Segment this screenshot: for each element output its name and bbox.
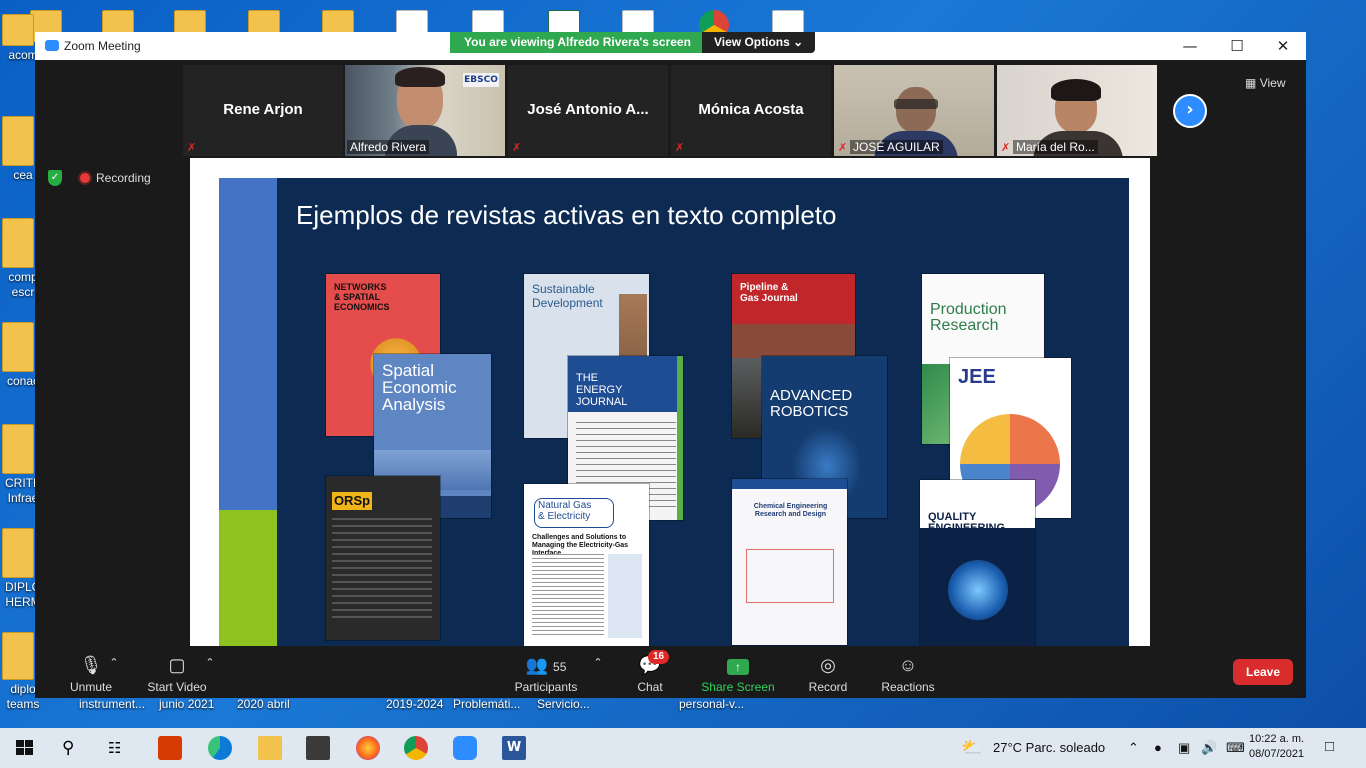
participant-name: María del Ro... xyxy=(1013,140,1098,154)
language-icon[interactable]: ⌨ xyxy=(1226,740,1245,756)
network-icon[interactable]: ● xyxy=(1154,740,1162,755)
participant-tile[interactable]: José Antonio A... ✗ xyxy=(508,65,668,156)
windows-start-icon[interactable] xyxy=(14,736,38,760)
audio-options-chevron[interactable]: ⌃ xyxy=(107,656,121,669)
journal-cover-quality-engineering: QUALITY ENGINEERING xyxy=(920,480,1035,646)
window-title: Zoom Meeting xyxy=(64,39,141,53)
volume-icon[interactable]: 🔊 xyxy=(1201,740,1217,756)
participant-tile[interactable]: Rene Arjon ✗ xyxy=(183,65,343,156)
tray-chevron-up-icon[interactable]: ⌃ xyxy=(1128,740,1139,756)
zoom-taskbar-icon[interactable] xyxy=(453,736,477,760)
chevron-up-icon: ⌃ xyxy=(205,657,215,669)
desktop-label[interactable]: instrument... xyxy=(79,697,145,711)
participants-button[interactable]: 👥 55 Participants xyxy=(511,654,581,694)
shared-screen: Ejemplos de revistas activas en texto co… xyxy=(190,158,1150,646)
chevron-down-icon: ⌄ xyxy=(793,35,804,49)
slide-accent-green xyxy=(219,510,277,646)
close-button[interactable]: ✕ xyxy=(1269,36,1297,56)
presentation-slide: Ejemplos de revistas activas en texto co… xyxy=(219,178,1129,646)
zoom-logo-icon xyxy=(45,40,59,51)
next-page-button[interactable]: › xyxy=(1173,94,1207,128)
journal-cover-orsp: ORSp xyxy=(326,476,440,640)
task-view-icon[interactable]: ☷ xyxy=(108,736,132,760)
slide-accent-blue xyxy=(219,178,277,510)
share-screen-icon: ↑ xyxy=(727,659,749,675)
clock[interactable]: 10:22 a. m. 08/07/2021 xyxy=(1249,732,1304,762)
journal-cover-natural-gas-electricity: Natural Gas & Electricity Challenges and… xyxy=(524,484,649,646)
recording-dot-icon xyxy=(80,173,90,183)
slide-title: Ejemplos de revistas activas en texto co… xyxy=(296,200,837,230)
recording-indicator[interactable]: Recording xyxy=(80,171,151,185)
grid-icon: ▦ xyxy=(1245,76,1257,90)
muted-mic-icon: ✗ xyxy=(838,141,848,154)
minimize-button[interactable]: — xyxy=(1176,36,1204,56)
chevron-up-icon: ⌃ xyxy=(593,657,603,669)
file-explorer-icon[interactable] xyxy=(258,736,282,760)
participant-name: JOSÉ AGUILAR xyxy=(850,140,943,154)
ebsco-logo: EBSCO xyxy=(463,73,499,87)
record-icon: ◎ xyxy=(820,655,836,675)
notifications-icon[interactable]: □ xyxy=(1325,738,1334,755)
maximize-button[interactable]: ☐ xyxy=(1223,36,1251,56)
muted-mic-icon: ✗ xyxy=(1001,141,1011,154)
participant-tile[interactable]: ✗ JOSÉ AGUILAR xyxy=(834,65,994,156)
reactions-smiley-icon: ☺ xyxy=(898,655,918,675)
journal-cover-chemical-engineering: Chemical Engineering Research and Design xyxy=(732,479,847,645)
word-icon[interactable]: W xyxy=(502,736,526,760)
edge-icon[interactable] xyxy=(208,736,232,760)
firefox-icon[interactable] xyxy=(356,736,380,760)
search-icon[interactable]: ⚲ xyxy=(62,736,86,760)
security-shield-icon[interactable]: ✓ xyxy=(48,170,62,186)
desktop-label[interactable]: personal-v... xyxy=(679,697,744,711)
participants-options-chevron[interactable]: ⌃ xyxy=(591,656,605,669)
chrome-icon[interactable] xyxy=(404,736,428,760)
participant-name: Mónica Acosta xyxy=(698,101,804,118)
chevron-right-icon: › xyxy=(1186,99,1194,120)
participant-name: José Antonio A... xyxy=(527,101,649,118)
muted-mic-icon: ✗ xyxy=(512,141,522,154)
participant-name: Alfredo Rivera xyxy=(347,140,430,154)
desktop-label[interactable]: 2019-2024 xyxy=(386,697,443,711)
chevron-up-icon: ⌃ xyxy=(109,657,119,669)
leave-button[interactable]: Leave xyxy=(1233,659,1293,685)
zoom-window: Zoom Meeting You are viewing Alfredo Riv… xyxy=(35,32,1306,698)
desktop-label[interactable]: 2020 abril xyxy=(237,697,290,711)
meet-now-icon[interactable]: ▣ xyxy=(1178,740,1190,756)
share-screen-button[interactable]: ↑ Share Screen xyxy=(700,654,776,694)
muted-mic-icon: ✗ xyxy=(187,141,197,154)
participant-tile[interactable]: ✗ María del Ro... xyxy=(997,65,1157,156)
taskbar: ⚲ ☷ W ⛅ 27°C Parc. soleado ⌃ ● ▣ 🔊 ⌨ 10:… xyxy=(0,728,1366,768)
participants-icon: 👥 xyxy=(525,655,549,675)
chat-button[interactable]: 💬 16 Chat xyxy=(633,650,670,694)
reactions-button[interactable]: ☺ Reactions xyxy=(879,654,937,694)
desktop-label[interactable]: junio 2021 xyxy=(159,697,214,711)
title-bar: Zoom Meeting You are viewing Alfredo Riv… xyxy=(35,32,1306,60)
weather-icon[interactable]: ⛅ xyxy=(961,738,982,758)
participant-name: Rene Arjon xyxy=(223,101,303,118)
participants-count: 55 xyxy=(553,660,567,674)
office-icon[interactable] xyxy=(158,736,182,760)
view-options-button[interactable]: View Options ⌄ xyxy=(702,32,816,53)
desktop-label[interactable]: Servicio... xyxy=(537,697,590,711)
participant-strip: Rene Arjon ✗ EBSCO Alfredo Rivera José A… xyxy=(183,65,1163,156)
weather-text[interactable]: 27°C Parc. soleado xyxy=(993,740,1105,755)
viewing-banner: You are viewing Alfredo Rivera's screen xyxy=(450,32,705,53)
video-options-chevron[interactable]: ⌃ xyxy=(203,656,217,669)
chat-badge: 16 xyxy=(648,650,670,664)
muted-mic-icon: ✗ xyxy=(675,141,685,154)
store-icon[interactable] xyxy=(306,736,330,760)
record-button[interactable]: ◎ Record xyxy=(805,654,851,694)
participant-tile-active[interactable]: EBSCO Alfredo Rivera xyxy=(345,65,505,156)
desktop-label[interactable]: Problemáti... xyxy=(453,697,520,711)
participant-tile[interactable]: Mónica Acosta ✗ xyxy=(671,65,831,156)
meeting-toolbar: 🎙 Unmute ⌃ ▢ Start Video ⌃ 👥 55 Particip… xyxy=(35,646,1306,698)
view-button[interactable]: ▦ View xyxy=(1245,76,1285,90)
